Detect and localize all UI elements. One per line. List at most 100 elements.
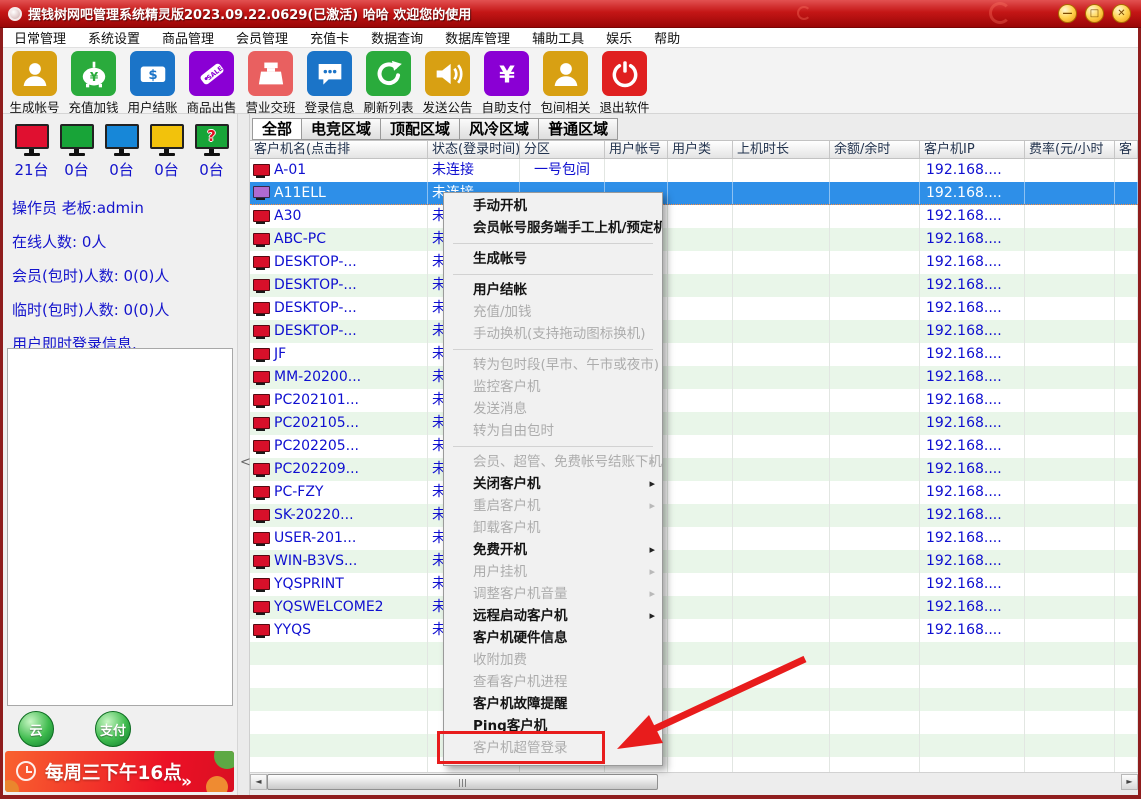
table-row-USER-201...[interactable]: USER-201...未连接192.168.... xyxy=(250,527,1138,550)
context-menu-item-监控客户机[interactable]: 监控客户机 xyxy=(444,376,662,398)
toolbar-button-包间相关[interactable]: 包间相关 xyxy=(536,51,595,113)
cell-ip: 192.168.... xyxy=(920,251,1025,274)
menubar-item-辅助工具[interactable]: 辅助工具 xyxy=(521,28,595,47)
toolbar-button-自助支付[interactable]: ¥自助支付 xyxy=(477,51,536,113)
context-menu-item-生成帐号[interactable]: 生成帐号 xyxy=(444,248,662,270)
column-header-4[interactable]: 用户类 xyxy=(668,141,733,158)
table-row-PC202101...[interactable]: PC202101...未连接192.168.... xyxy=(250,389,1138,412)
column-header-3[interactable]: 用户帐号 xyxy=(605,141,668,158)
menubar-item-商品管理[interactable]: 商品管理 xyxy=(151,28,225,47)
close-button[interactable]: ✕ xyxy=(1112,4,1131,23)
cell-usertype xyxy=(668,320,733,343)
cell-usertype xyxy=(668,757,733,772)
toolbar-button-刷新列表[interactable]: 刷新列表 xyxy=(359,51,418,113)
menubar-item-娱乐[interactable]: 娱乐 xyxy=(595,28,643,47)
cell-extra xyxy=(1115,596,1138,619)
column-header-9[interactable]: 客 xyxy=(1115,141,1138,158)
table-row-ABC-PC[interactable]: ABC-PC未连接192.168.... xyxy=(250,228,1138,251)
table-row-DESKTOP-...[interactable]: DESKTOP-...未连接192.168.... xyxy=(250,297,1138,320)
login-info-list[interactable] xyxy=(7,348,233,706)
context-menu-item-会员、超管、免费帐号结账下机[interactable]: 会员、超管、免费帐号结账下机▸ xyxy=(444,451,662,473)
tab-顶配区域[interactable]: 顶配区域 xyxy=(381,118,460,140)
context-menu-item-关闭客户机[interactable]: 关闭客户机▸ xyxy=(444,473,662,495)
menubar-item-数据查询[interactable]: 数据查询 xyxy=(360,28,434,47)
context-menu-item-收附加费[interactable]: 收附加费 xyxy=(444,649,662,671)
column-header-0[interactable]: 客户机名(点击排 xyxy=(250,141,428,158)
toolbar-button-登录信息[interactable]: 登录信息 xyxy=(300,51,359,113)
context-menu-item-客户机故障提醒[interactable]: 客户机故障提醒 xyxy=(444,693,662,715)
column-header-7[interactable]: 客户机IP xyxy=(920,141,1025,158)
toolbar-button-商品出售[interactable]: SALE商品出售 xyxy=(182,51,241,113)
table-row-PC202105...[interactable]: PC202105...未连接192.168.... xyxy=(250,412,1138,435)
promo-banner[interactable]: 每周三下午16点 » xyxy=(5,751,234,792)
context-menu-item-充值/加钱[interactable]: 充值/加钱 xyxy=(444,301,662,323)
maximize-button[interactable]: □ xyxy=(1085,4,1104,23)
column-header-5[interactable]: 上机时长 xyxy=(733,141,830,158)
horizontal-scrollbar[interactable]: ◄ ► xyxy=(250,772,1138,790)
menubar-item-会员管理[interactable]: 会员管理 xyxy=(225,28,299,47)
context-menu-item-卸载客户机[interactable]: 卸载客户机 xyxy=(444,517,662,539)
scroll-right-button[interactable]: ► xyxy=(1121,774,1138,790)
menubar-item-系统设置[interactable]: 系统设置 xyxy=(77,28,151,47)
sidebar-collapse-strip[interactable]: < xyxy=(237,114,250,795)
table-row-YYQS[interactable]: YYQS未连接192.168.... xyxy=(250,619,1138,642)
menubar-item-帮助[interactable]: 帮助 xyxy=(643,28,691,47)
context-menu-item-转为自由包时[interactable]: 转为自由包时 xyxy=(444,420,662,442)
toolbar-button-充值加钱[interactable]: ¥充值加钱 xyxy=(64,51,123,113)
table-row-DESKTOP-...[interactable]: DESKTOP-...未连接192.168.... xyxy=(250,251,1138,274)
tab-全部[interactable]: 全部 xyxy=(252,118,302,140)
toolbar-button-退出软件[interactable]: 退出软件 xyxy=(595,51,654,113)
table-row-PC202209...[interactable]: PC202209...未连接192.168.... xyxy=(250,458,1138,481)
context-menu-item-重启客户机[interactable]: 重启客户机▸ xyxy=(444,495,662,517)
context-menu-item-客户机硬件信息[interactable]: 客户机硬件信息 xyxy=(444,627,662,649)
table-row-DESKTOP-...[interactable]: DESKTOP-...未连接192.168.... xyxy=(250,320,1138,343)
context-menu-item-会员帐号服务端手工上机/预定机器[interactable]: 会员帐号服务端手工上机/预定机器 xyxy=(444,217,662,239)
toolbar-button-生成帐号[interactable]: 生成帐号 xyxy=(5,51,64,113)
table-row-A11ELL[interactable]: A11ELL未连接192.168.... xyxy=(250,182,1138,205)
column-header-8[interactable]: 费率(元/小时 xyxy=(1025,141,1115,158)
table-row-PC202205...[interactable]: PC202205...未连接192.168.... xyxy=(250,435,1138,458)
context-menu-item-用户结帐[interactable]: 用户结帐 xyxy=(444,279,662,301)
toolbar-button-营业交班[interactable]: 营业交班 xyxy=(241,51,300,113)
column-header-6[interactable]: 余额/余时 xyxy=(830,141,920,158)
menubar-item-日常管理[interactable]: 日常管理 xyxy=(3,28,77,47)
menubar-item-充值卡[interactable]: 充值卡 xyxy=(299,28,360,47)
cell-name: A11ELL xyxy=(250,182,428,204)
client-name-label: ABC-PC xyxy=(274,228,326,251)
table-row-PC-FZY[interactable]: PC-FZY未连接192.168.... xyxy=(250,481,1138,504)
context-menu-item-发送消息[interactable]: 发送消息 xyxy=(444,398,662,420)
tab-电竞区域[interactable]: 电竞区域 xyxy=(302,118,381,140)
context-menu-item-免费开机[interactable]: 免费开机▸ xyxy=(444,539,662,561)
minimize-button[interactable]: — xyxy=(1058,4,1077,23)
scrollbar-thumb[interactable] xyxy=(267,774,658,790)
toolbar-button-发送公告[interactable]: 发送公告 xyxy=(418,51,477,113)
table-row-WIN-B3VS...[interactable]: WIN-B3VS...未连接192.168.... xyxy=(250,550,1138,573)
toolbar-button-label: 刷新列表 xyxy=(359,97,418,116)
toolbar-button-用户结账[interactable]: $用户结账 xyxy=(123,51,182,113)
cell-name: WIN-B3VS... xyxy=(250,550,428,573)
context-menu-item-手动换机(支持拖动图标换机)[interactable]: 手动换机(支持拖动图标换机) xyxy=(444,323,662,345)
table-row-DESKTOP-...[interactable]: DESKTOP-...未连接192.168.... xyxy=(250,274,1138,297)
context-menu-item-远程启动客户机[interactable]: 远程启动客户机▸ xyxy=(444,605,662,627)
table-row-A-01[interactable]: A-01未连接一号包间192.168.... xyxy=(250,159,1138,182)
table-row-YQSPRINT[interactable]: YQSPRINT未连接192.168.... xyxy=(250,573,1138,596)
tab-风冷区域[interactable]: 风冷区域 xyxy=(460,118,539,140)
column-header-2[interactable]: 分区 xyxy=(520,141,605,158)
table-row-MM-20200...[interactable]: MM-20200...未连接192.168.... xyxy=(250,366,1138,389)
tab-普通区域[interactable]: 普通区域 xyxy=(539,118,618,140)
table-row-A30[interactable]: A30未连接192.168.... xyxy=(250,205,1138,228)
table-row-SK-20220...[interactable]: SK-20220...未连接192.168.... xyxy=(250,504,1138,527)
menubar-item-数据库管理[interactable]: 数据库管理 xyxy=(434,28,521,47)
context-menu-item-调整客户机音量[interactable]: 调整客户机音量▸ xyxy=(444,583,662,605)
cell-account xyxy=(605,159,668,182)
scroll-left-button[interactable]: ◄ xyxy=(250,774,267,790)
context-menu-item-查看客户机进程[interactable]: 查看客户机进程 xyxy=(444,671,662,693)
column-header-1[interactable]: 状态(登录时间) xyxy=(428,141,520,158)
table-row-JF[interactable]: JF未连接192.168.... xyxy=(250,343,1138,366)
table-row-YQSWELCOME2[interactable]: YQSWELCOME2未连接192.168.... xyxy=(250,596,1138,619)
pay-button[interactable]: 支付 xyxy=(95,711,131,747)
cloud-button[interactable]: 云 xyxy=(18,711,54,747)
context-menu-item-手动开机[interactable]: 手动开机 xyxy=(444,195,662,217)
context-menu-item-转为包时段(早市、午市或夜市)[interactable]: 转为包时段(早市、午市或夜市) xyxy=(444,354,662,376)
context-menu-item-用户挂机[interactable]: 用户挂机▸ xyxy=(444,561,662,583)
